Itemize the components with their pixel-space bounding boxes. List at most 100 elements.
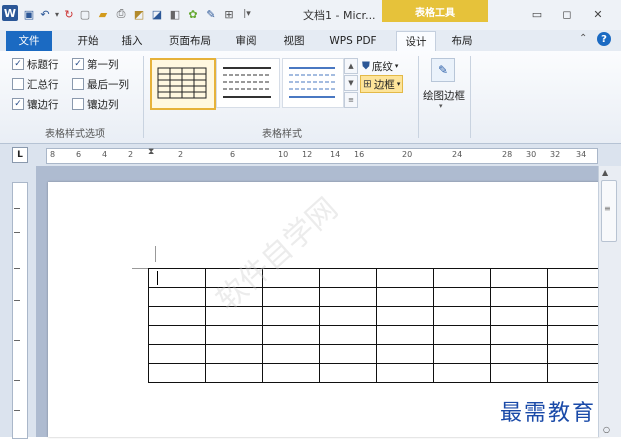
print-icon[interactable]: ⎙ — [114, 7, 128, 21]
table-cell[interactable] — [262, 363, 320, 383]
table-cell[interactable] — [433, 325, 491, 345]
restore-icon[interactable]: ◻ — [558, 6, 576, 22]
table-cell[interactable] — [319, 268, 377, 288]
total-row-option[interactable]: 汇总行 — [12, 76, 72, 92]
table-cell[interactable] — [433, 363, 491, 383]
table-style-thumbnail-blue[interactable] — [282, 58, 344, 108]
table-cell[interactable] — [262, 287, 320, 307]
table-cell[interactable] — [376, 363, 434, 383]
scroll-up-icon[interactable]: ▲ — [602, 168, 608, 177]
checkbox-icon[interactable] — [72, 78, 84, 90]
help-icon[interactable]: ? — [597, 32, 611, 46]
close-icon[interactable]: ✕ — [589, 6, 607, 22]
table-cell[interactable] — [547, 306, 605, 326]
table-style-thumbnail-dashed[interactable] — [216, 58, 280, 108]
word-app-icon[interactable]: W — [2, 5, 18, 21]
tab-page-layout[interactable]: 页面布局 — [160, 31, 220, 51]
table-cell[interactable] — [148, 268, 206, 288]
minimize-icon[interactable]: ▭ — [528, 6, 546, 22]
borders-button[interactable]: ⊞ 边框 ▾ — [360, 75, 404, 93]
preview-icon[interactable]: ◩ — [132, 7, 146, 21]
table-cell[interactable] — [376, 306, 434, 326]
checkbox-icon[interactable]: ✓ — [12, 58, 24, 70]
checkbox-icon[interactable]: ✓ — [12, 98, 24, 110]
banded-columns-option[interactable]: 镶边列 — [72, 96, 119, 112]
last-column-option[interactable]: 最后一列 — [72, 76, 129, 92]
tab-wps-pdf[interactable]: WPS PDF — [322, 31, 384, 51]
format-painter-icon[interactable]: ◧ — [168, 7, 182, 21]
table-cell[interactable] — [490, 325, 548, 345]
indent-marker-icon[interactable]: ⧗ — [148, 147, 158, 163]
open-icon[interactable]: ▰ — [96, 7, 110, 21]
tab-home[interactable]: 开始 — [70, 31, 106, 51]
draw-borders-label[interactable]: 绘图边框 — [420, 88, 468, 103]
table-cell[interactable] — [376, 287, 434, 307]
new-icon[interactable]: ▢ — [78, 7, 92, 21]
org-icon[interactable]: ⊞ — [222, 7, 236, 21]
table-cell[interactable] — [490, 363, 548, 383]
table-cell[interactable] — [547, 268, 605, 288]
pen-icon[interactable]: ✎ — [204, 7, 218, 21]
table-cell[interactable] — [547, 325, 605, 345]
gallery-down-icon[interactable]: ▼ — [344, 75, 358, 91]
redo-icon[interactable]: ↻ — [62, 7, 76, 21]
save-icon[interactable]: ▣ — [22, 7, 36, 21]
table-cell[interactable] — [376, 344, 434, 364]
table-cell[interactable] — [319, 344, 377, 364]
checkbox-icon[interactable] — [72, 98, 84, 110]
table-cell[interactable] — [319, 306, 377, 326]
first-column-option[interactable]: ✓ 第一列 — [72, 56, 119, 72]
chevron-down-icon[interactable]: ▾ — [439, 102, 443, 110]
spell-icon[interactable]: ◪ — [150, 7, 164, 21]
table-cell[interactable] — [490, 268, 548, 288]
table-cell[interactable] — [433, 287, 491, 307]
table-cell[interactable] — [148, 344, 206, 364]
table-cell[interactable] — [433, 268, 491, 288]
banded-rows-option[interactable]: ✓ 镶边行 — [12, 96, 72, 112]
table-cell[interactable] — [433, 344, 491, 364]
checkbox-icon[interactable] — [12, 78, 24, 90]
vertical-ruler[interactable] — [12, 182, 28, 439]
table-cell[interactable] — [376, 325, 434, 345]
table-cell[interactable] — [148, 287, 206, 307]
tab-review[interactable]: 审阅 — [228, 31, 264, 51]
checkbox-icon[interactable]: ✓ — [72, 58, 84, 70]
table-cell[interactable] — [205, 325, 263, 345]
table-cell[interactable] — [205, 344, 263, 364]
table-cell[interactable] — [490, 344, 548, 364]
table-cell[interactable] — [262, 306, 320, 326]
gallery-more-icon[interactable]: ≡ — [344, 92, 358, 108]
table-cell[interactable] — [205, 363, 263, 383]
ruler-number: 4 — [102, 150, 108, 159]
table-cell[interactable] — [262, 344, 320, 364]
table-cell[interactable] — [262, 325, 320, 345]
tab-view[interactable]: 视图 — [276, 31, 312, 51]
table-cell[interactable] — [319, 287, 377, 307]
table-cell[interactable] — [148, 306, 206, 326]
tab-file[interactable]: 文件 — [6, 31, 52, 51]
tab-insert[interactable]: 插入 — [114, 31, 150, 51]
table-cell[interactable] — [319, 325, 377, 345]
table-cell[interactable] — [148, 363, 206, 383]
select-browse-icon[interactable]: ○ — [603, 425, 610, 434]
minimize-ribbon-icon[interactable]: ⌃ — [579, 33, 587, 44]
header-row-option[interactable]: ✓ 标题行 — [12, 56, 72, 72]
shading-button[interactable]: ⛊ 底纹 ▾ — [362, 58, 398, 74]
macro-icon[interactable]: ✿ — [186, 7, 200, 21]
draw-border-icon[interactable]: ✎ — [431, 58, 455, 82]
table-cell[interactable] — [319, 363, 377, 383]
tab-design[interactable]: 设计 — [396, 31, 436, 52]
table-cell[interactable] — [148, 325, 206, 345]
table-cell[interactable] — [547, 287, 605, 307]
tab-layout[interactable]: 布局 — [444, 31, 480, 51]
table-cell[interactable] — [490, 306, 548, 326]
table-cell[interactable] — [376, 268, 434, 288]
table-cell[interactable] — [547, 363, 605, 383]
table-cell[interactable] — [433, 306, 491, 326]
customize-qat-icon[interactable]: |▾ — [240, 7, 254, 21]
table-cell[interactable] — [547, 344, 605, 364]
gallery-up-icon[interactable]: ▲ — [344, 58, 358, 74]
table-cell[interactable] — [490, 287, 548, 307]
table-style-thumbnail-grid[interactable] — [150, 58, 216, 110]
tab-selector-icon[interactable]: L — [12, 147, 28, 163]
